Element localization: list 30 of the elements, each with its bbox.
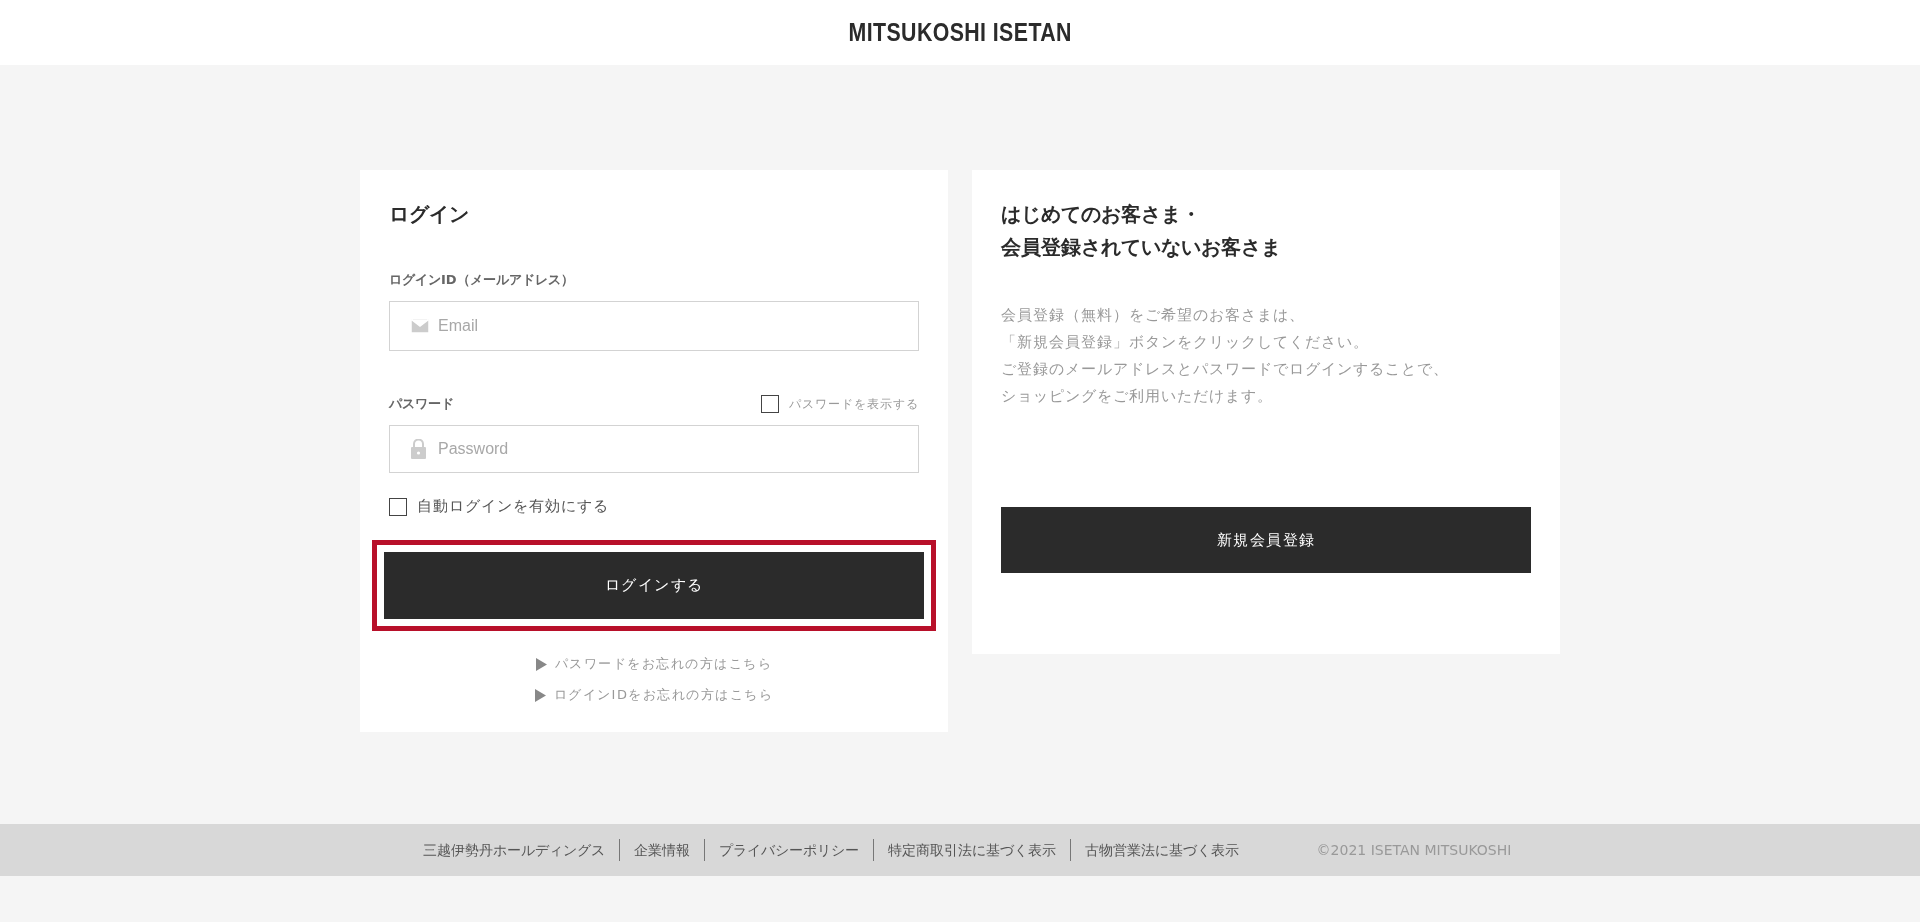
login-title: ログイン bbox=[389, 201, 470, 228]
field-label: パスワード bbox=[389, 395, 454, 413]
register-description: ショッピングをご利用いただけます。 bbox=[1001, 386, 1274, 407]
register-description: 会員登録（無料）をご希望のお客さまは、 bbox=[1001, 305, 1306, 326]
triangle-icon bbox=[534, 688, 546, 702]
lock-icon bbox=[411, 439, 426, 459]
footer-link[interactable]: プライバシーポリシー bbox=[703, 839, 873, 861]
footer-link[interactable]: 企業情報 bbox=[618, 839, 704, 861]
logo[interactable]: MITSUKOSHI ISETAN bbox=[848, 17, 1072, 48]
password-field[interactable]: Password bbox=[389, 425, 919, 473]
register-title: 会員登録されていないお客さま bbox=[1001, 234, 1282, 261]
footer-link[interactable]: 三越伊勢丹ホールディングス bbox=[408, 839, 619, 861]
copyright: ©2021 ISETAN MITSUKOSHI bbox=[1316, 842, 1512, 858]
triangle-icon bbox=[535, 657, 547, 671]
register-button[interactable]: 新規会員登録 bbox=[1001, 507, 1531, 573]
register-title: はじめてのお客さま・ bbox=[1001, 201, 1202, 228]
register-description: ご登録のメールアドレスとパスワードでログインすることで、 bbox=[1001, 359, 1450, 380]
login-button[interactable]: ログインする bbox=[384, 552, 924, 619]
envelope-icon bbox=[411, 319, 429, 333]
field-label: ログインID（メールアドレス） bbox=[389, 271, 575, 289]
email-field[interactable]: Email bbox=[389, 301, 919, 351]
forgot-link[interactable]: ログインIDをお忘れの方はこちら bbox=[534, 686, 774, 704]
checkbox-label: 自動ログインを有効にする bbox=[417, 497, 609, 516]
forgot-link[interactable]: パスワードをお忘れの方はこちら bbox=[535, 655, 773, 673]
checkbox-label: パスワードを表示する bbox=[789, 395, 919, 413]
footer-link[interactable]: 古物営業法に基づく表示 bbox=[1069, 839, 1253, 861]
checkbox[interactable] bbox=[761, 395, 779, 413]
checkbox[interactable] bbox=[389, 497, 407, 516]
footer-link[interactable]: 特定商取引法に基づく表示 bbox=[872, 839, 1070, 861]
register-description: 「新規会員登録」ボタンをクリックしてください。 bbox=[1001, 332, 1370, 353]
